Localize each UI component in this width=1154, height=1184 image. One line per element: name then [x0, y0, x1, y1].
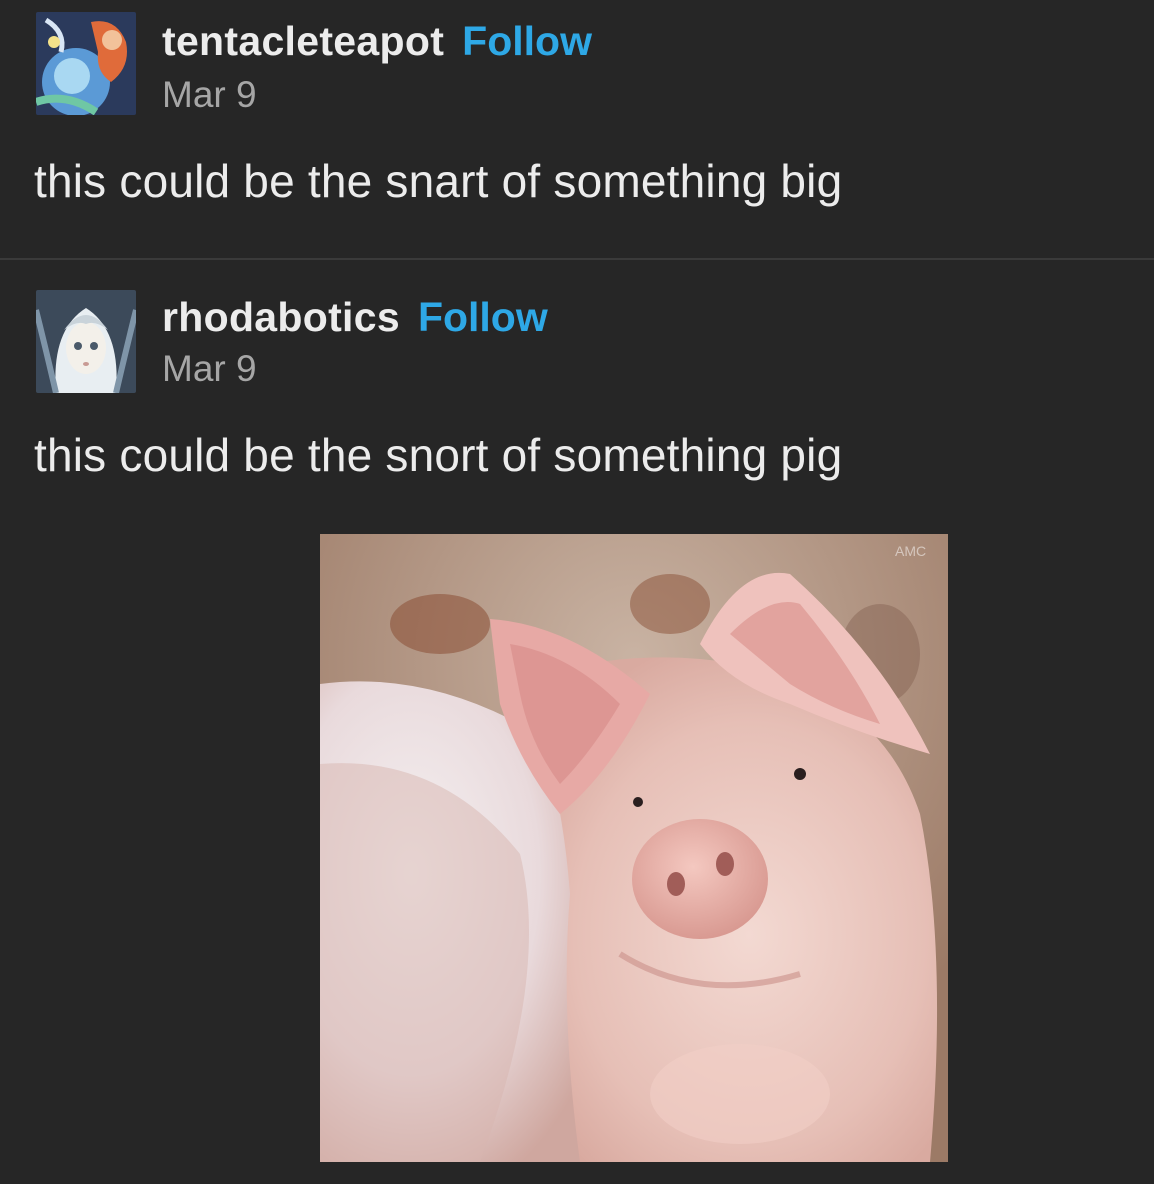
post-tentacleteapot: tentacleteapot Follow Mar 9 this could b… — [0, 0, 1154, 258]
svg-text:AMC: AMC — [895, 543, 926, 559]
post-text: this could be the snart of something big — [34, 155, 843, 207]
username[interactable]: rhodabotics — [162, 294, 400, 341]
post-header: rhodabotics Follow — [162, 294, 548, 341]
follow-button[interactable]: Follow — [462, 18, 592, 65]
pig-image-icon: AMC — [320, 534, 948, 1162]
avatar-art-icon — [36, 290, 136, 393]
username[interactable]: tentacleteapot — [162, 18, 444, 65]
post-date: Mar 9 — [162, 348, 257, 389]
user-avatar[interactable] — [36, 12, 136, 115]
pig-photo[interactable]: AMC — [320, 534, 948, 1162]
follow-button[interactable]: Follow — [418, 294, 548, 341]
post-date: Mar 9 — [162, 74, 257, 115]
post-text: this could be the snort of something pig — [34, 429, 843, 481]
post-header: tentacleteapot Follow — [162, 18, 592, 65]
user-avatar[interactable] — [36, 290, 136, 393]
avatar-art-icon — [36, 12, 136, 115]
post-rhodabotics: rhodabotics Follow Mar 9 this could be t… — [0, 260, 1154, 1184]
